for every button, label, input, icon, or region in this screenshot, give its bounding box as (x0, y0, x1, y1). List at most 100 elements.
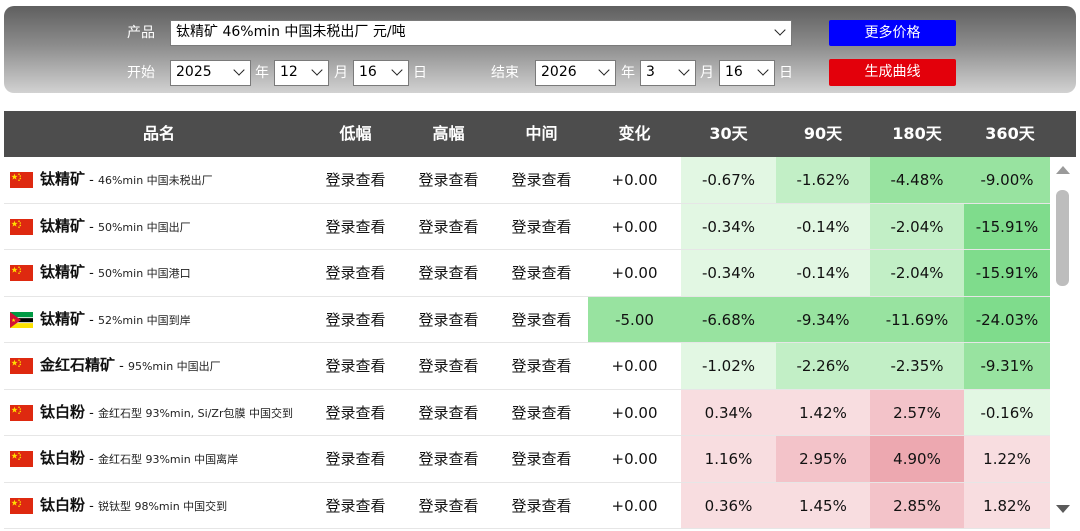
scrollbar-thumb[interactable] (1056, 190, 1069, 286)
product-name-cell: 钛精矿 - 46%min 中国未税出厂 (4, 157, 314, 203)
china-flag-icon (10, 172, 33, 188)
scroll-up-arrow-icon[interactable] (1056, 166, 1070, 174)
product-name-cell: 钛白粉 - 金红石型 93%min, Si/Zr包膜 中国交到 (4, 390, 314, 436)
month-unit-label: 月 (334, 65, 348, 81)
login-to-view-high[interactable]: 登录查看 (402, 343, 495, 389)
product-name-cell: 金红石精矿 - 95%min 中国出厂 (4, 343, 314, 389)
login-to-view-mid[interactable]: 登录查看 (495, 157, 588, 203)
chevron-down-icon (599, 66, 609, 76)
day-unit-label: 日 (779, 65, 793, 81)
product-name-cell: 钛精矿 - 50%min 中国港口 (4, 250, 314, 296)
chevron-down-icon (392, 66, 402, 76)
product-title: 金红石精矿 (40, 356, 116, 374)
china-flag-icon (10, 404, 33, 421)
login-to-view-mid[interactable]: 登录查看 (495, 343, 588, 389)
start-year-value: 2025 (176, 64, 212, 80)
vertical-scrollbar[interactable] (1050, 157, 1076, 531)
product-spec: 50%min 中国出厂 (97, 220, 191, 234)
login-to-view-high[interactable]: 登录查看 (402, 436, 495, 482)
value-d30: 0.36% (681, 482, 776, 528)
value-d360: -0.16% (964, 389, 1050, 435)
login-to-view-mid[interactable]: 登录查看 (495, 483, 588, 529)
header-360d: 360天 (985, 124, 1035, 143)
product-name-cell: 钛白粉 - 锐钛型 98%min 中国交到 (4, 483, 314, 529)
start-year-select[interactable]: 2025 (170, 60, 251, 86)
product-title: 钛白粉 (40, 449, 86, 467)
value-d30: -6.68% (681, 296, 776, 342)
login-to-view-high[interactable]: 登录查看 (402, 297, 495, 343)
start-day-select[interactable]: 16 (353, 60, 409, 86)
table-row[interactable]: 钛精矿 - 50%min 中国出厂 登录查看 登录查看 登录查看 +0.00 -0.34%… (4, 203, 1050, 250)
product-name[interactable]: 金红石精矿 - 95%min 中国出厂 (40, 355, 221, 377)
value-d90: 1.42% (776, 389, 870, 435)
table-row[interactable]: 钛精矿 - 50%min 中国港口 登录查看 登录查看 登录查看 +0.00 -0.34%… (4, 250, 1050, 297)
end-month-select[interactable]: 3 (640, 60, 696, 86)
value-d90: -0.14% (776, 203, 870, 249)
product-name[interactable]: 钛白粉 - 锐钛型 98%min 中国交到 (40, 495, 227, 517)
product-spec: 金红石型 93%min 中国离岸 (97, 453, 239, 466)
end-day-select[interactable]: 16 (719, 60, 775, 86)
product-spec: 金红石型 93%min, Si/Zr包膜 中国交到 (97, 406, 293, 420)
start-month-select[interactable]: 12 (274, 60, 329, 86)
value-change: +0.00 (588, 482, 681, 528)
more-prices-button[interactable]: 更多价格 (829, 20, 956, 46)
value-d90: 1.45% (776, 482, 870, 528)
product-name[interactable]: 钛精矿 - 50%min 中国港口 (40, 262, 191, 284)
scroll-down-arrow-icon[interactable] (1056, 505, 1070, 513)
value-d180: 2.85% (870, 482, 964, 528)
login-to-view-low[interactable]: 登录查看 (309, 157, 402, 203)
table-row[interactable]: 金红石精矿 - 95%min 中国出厂 登录查看 登录查看 登录查看 +0.00 -1.0… (4, 343, 1050, 390)
table-row[interactable]: 钛白粉 - 锐钛型 98%min 中国交到 登录查看 登录查看 登录查看 +0.00 0.… (4, 482, 1050, 529)
login-to-view-low[interactable]: 登录查看 (309, 297, 402, 343)
chevron-down-icon (775, 26, 785, 36)
product-select[interactable]: 钛精矿 46%min 中国未税出厂 元/吨 (170, 20, 792, 46)
value-d30: -0.34% (681, 203, 776, 249)
login-to-view-low[interactable]: 登录查看 (309, 390, 402, 436)
table-row[interactable]: 钛白粉 - 金红石型 93%min 中国离岸 登录查看 登录查看 登录查看 +0.00 1… (4, 436, 1050, 483)
value-change: +0.00 (588, 389, 681, 435)
login-to-view-high[interactable]: 登录查看 (402, 390, 495, 436)
login-to-view-low[interactable]: 登录查看 (309, 250, 402, 296)
table-row[interactable]: 钛白粉 - 金红石型 93%min, Si/Zr包膜 中国交到 登录查看 登录查看登… (4, 389, 1050, 436)
table-row[interactable]: 钛精矿 - 52%min 中国到岸 登录查看 登录查看 登录查看 -5.00 -6.68%… (4, 296, 1050, 343)
chevron-down-icon (679, 66, 689, 76)
china-flag-icon (10, 218, 33, 235)
end-year-select[interactable]: 2026 (535, 60, 616, 86)
product-name[interactable]: 钛白粉 - 金红石型 93%min 中国离岸 (40, 448, 238, 470)
login-to-view-mid[interactable]: 登录查看 (495, 436, 588, 482)
product-name[interactable]: 钛白粉 - 金红石型 93%min, Si/Zr包膜 中国交到 (40, 402, 293, 424)
product-spec: 52%min 中国到岸 (97, 313, 191, 327)
value-d180: 2.57% (870, 389, 964, 435)
price-table-body: 钛精矿 - 46%min 中国未税出厂 登录查看 登录查看 登录查看 +0.00 -0.6… (4, 157, 1050, 531)
login-to-view-mid[interactable]: 登录查看 (495, 390, 588, 436)
login-to-view-high[interactable]: 登录查看 (402, 157, 495, 203)
login-to-view-high[interactable]: 登录查看 (402, 204, 495, 250)
product-name[interactable]: 钛精矿 - 50%min 中国出厂 (40, 216, 191, 238)
end-year-value: 2026 (541, 64, 577, 80)
login-to-view-low[interactable]: 登录查看 (309, 204, 402, 250)
product-name[interactable]: 钛精矿 - 46%min 中国未税出厂 (40, 169, 213, 191)
generate-curve-button[interactable]: 生成曲线 (829, 59, 956, 86)
value-d180: 4.90% (870, 436, 964, 482)
login-to-view-high[interactable]: 登录查看 (402, 483, 495, 529)
china-flag-icon (10, 265, 33, 281)
login-to-view-mid[interactable]: 登录查看 (495, 250, 588, 296)
product-name[interactable]: 钛精矿 - 52%min 中国到岸 (40, 309, 191, 331)
value-change: +0.00 (588, 250, 681, 296)
start-day-value: 16 (359, 64, 377, 80)
login-to-view-high[interactable]: 登录查看 (402, 250, 495, 296)
login-to-view-low[interactable]: 登录查看 (309, 483, 402, 529)
login-to-view-low[interactable]: 登录查看 (309, 436, 402, 482)
login-to-view-mid[interactable]: 登录查看 (495, 204, 588, 250)
login-to-view-low[interactable]: 登录查看 (309, 343, 402, 389)
chevron-down-icon (312, 66, 322, 76)
value-d360: -9.31% (964, 343, 1050, 389)
value-d180: -4.48% (870, 157, 964, 203)
table-row[interactable]: 钛精矿 - 46%min 中国未税出厂 登录查看 登录查看 登录查看 +0.00 -0.6… (4, 157, 1050, 204)
value-d180: -11.69% (870, 296, 964, 342)
product-title: 钛精矿 (40, 263, 86, 281)
login-to-view-mid[interactable]: 登录查看 (495, 297, 588, 343)
header-30d: 30天 (709, 124, 748, 143)
value-d180: -2.35% (870, 343, 964, 389)
value-d360: -24.03% (964, 296, 1050, 342)
